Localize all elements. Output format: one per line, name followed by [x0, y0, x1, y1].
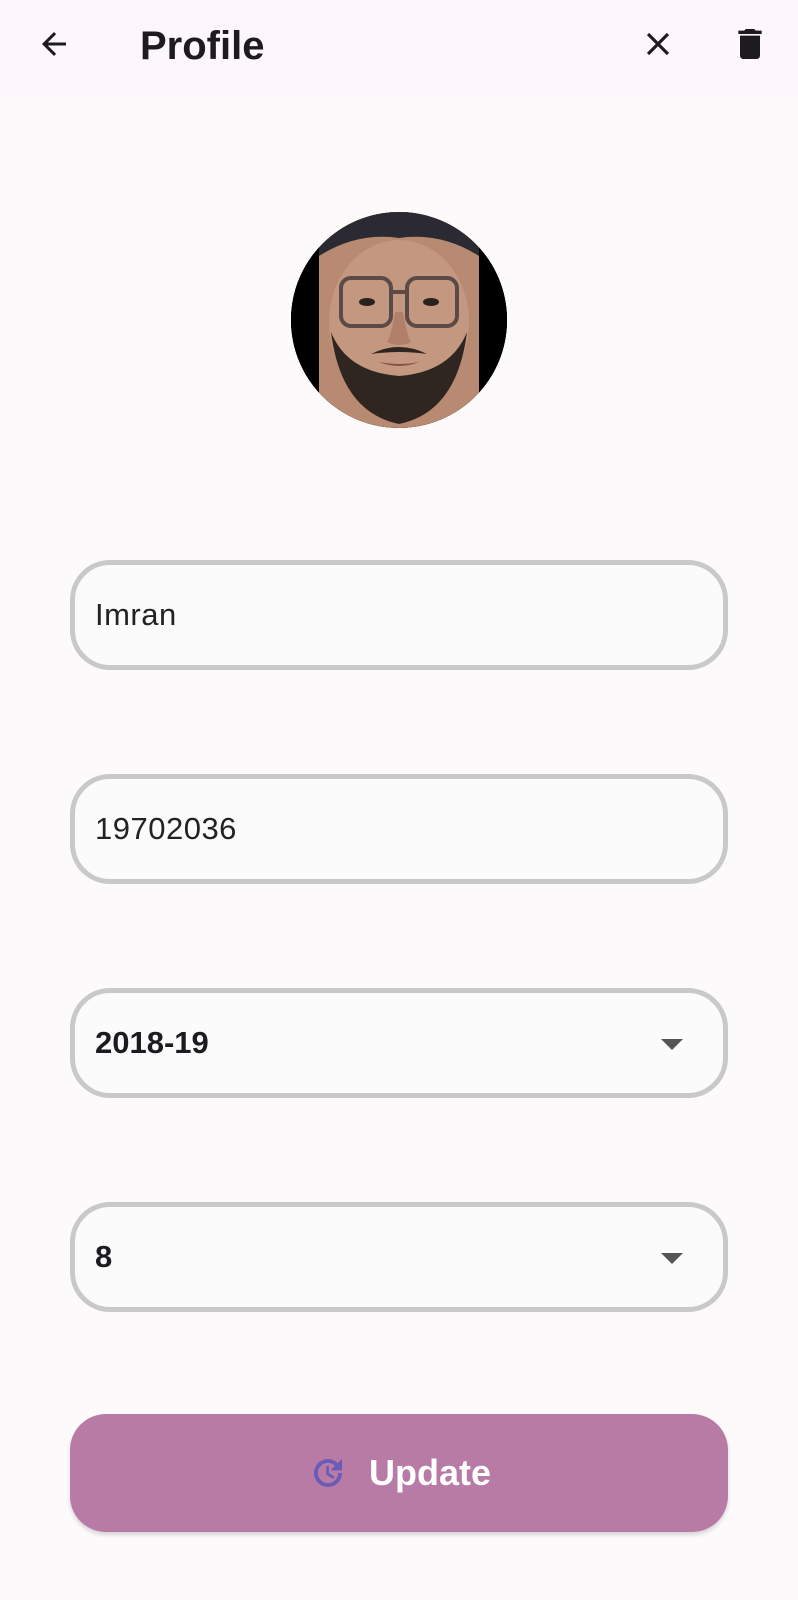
name-input[interactable] — [95, 565, 723, 665]
refresh-icon — [313, 1459, 342, 1487]
student-id-input[interactable] — [95, 779, 723, 879]
back-button[interactable] — [24, 14, 84, 74]
close-button[interactable] — [628, 14, 688, 74]
page-title: Profile — [140, 24, 265, 68]
semester-selected-value: 8 — [95, 1239, 113, 1274]
arrow-left-icon — [42, 32, 66, 56]
avatar[interactable] — [291, 212, 507, 428]
trash-icon — [738, 29, 762, 59]
update-button[interactable]: Update — [70, 1414, 728, 1532]
close-icon — [646, 32, 670, 56]
update-button-label: Update — [368, 1452, 491, 1493]
session-selected-value: 2018-19 — [95, 1025, 209, 1060]
delete-button[interactable] — [720, 14, 780, 74]
name-field[interactable] — [70, 560, 728, 670]
session-dropdown[interactable]: 2018-19 — [70, 988, 728, 1098]
profile-screen: Profile Imran 19702036 2018-19 8 Update — [0, 0, 798, 1600]
semester-dropdown[interactable]: 8 — [70, 1202, 728, 1312]
chevron-down-icon — [661, 1039, 683, 1050]
user-avatar-photo — [291, 212, 507, 428]
app-bar: Profile — [0, 0, 798, 96]
chevron-down-icon — [661, 1253, 683, 1264]
student-id-field[interactable] — [70, 774, 728, 884]
